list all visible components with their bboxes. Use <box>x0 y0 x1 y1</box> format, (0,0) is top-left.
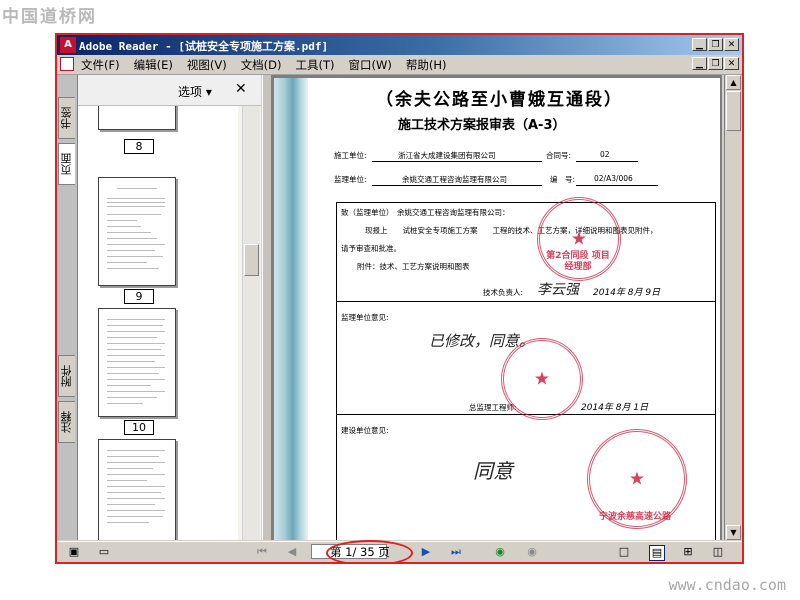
last-page-icon[interactable]: ⏭ <box>449 545 463 559</box>
chief-date: 2014年 8月 1日 <box>581 403 649 413</box>
construction-unit-label: 施工单位: <box>334 151 367 160</box>
attachment-line: 附件：技术、工艺方案说明和图表 <box>357 262 470 271</box>
tech-lead-signature: 李云强 <box>537 282 579 298</box>
pages-panel-header: 选项 ▾ ✕ <box>78 75 261 106</box>
tech-lead-label: 技术负责人: <box>483 288 524 297</box>
close-button[interactable]: ✕ <box>724 38 739 51</box>
supervision-section: 监理单位意见: 已修改，同意。 总监理工程师: 2014年 8月 1日 ★ <box>336 302 716 420</box>
document-icon <box>60 57 74 71</box>
page-number-label: 8 <box>124 139 154 154</box>
contract-no: 02 <box>600 150 610 159</box>
adobe-icon: A <box>60 37 76 53</box>
supervision-unit: 余姚交通工程咨询监理有限公司 <box>402 175 507 184</box>
owner-stamp-text: 宁波余慈高速公路 <box>599 512 672 522</box>
serial-no: 02/A3/006 <box>594 174 633 183</box>
doc-restore-button[interactable]: ❐ <box>708 57 723 70</box>
doc-title: （余夫公路至小曹娥互通段） <box>376 90 623 110</box>
scanned-edge <box>274 78 308 540</box>
thumbnail-list[interactable]: 8 9 10 <box>78 106 238 540</box>
previous-page-icon[interactable]: ◀ <box>285 545 299 559</box>
scroll-thumb[interactable] <box>244 244 259 276</box>
to-value: 余姚交通工程咨询监理有限公司： <box>397 208 510 217</box>
menu-bar: 文件(F) 编辑(E) 视图(V) 文档(D) 工具(T) 窗口(W) 帮助(H… <box>57 55 742 75</box>
page-thumbnail[interactable] <box>98 439 176 540</box>
doc-close-button[interactable]: ✕ <box>724 57 739 70</box>
menu-document[interactable]: 文档(D) <box>241 57 282 73</box>
scroll-down-icon[interactable]: ▼ <box>726 525 741 540</box>
doc-minimize-button[interactable]: ▁ <box>692 57 707 70</box>
single-page-icon[interactable]: □ <box>617 545 631 559</box>
thumbnail-scrollbar[interactable] <box>242 106 260 540</box>
supervision-unit-label: 监理单位: <box>334 175 367 184</box>
page-number-label: 10 <box>124 420 154 435</box>
page-number-label: 9 <box>124 289 154 304</box>
contractor-stamp-text: 第2合同段 项目经理部 <box>546 251 610 272</box>
body-line-2: 请予审查和批准。 <box>341 244 401 253</box>
page-thumbnail[interactable] <box>98 106 176 130</box>
owner-opinion-text: 同意 <box>473 459 513 483</box>
panel-close-button[interactable]: ✕ <box>235 81 247 97</box>
scroll-up-icon[interactable]: ▲ <box>726 75 741 90</box>
navigation-tabs: 书签 页面 附件 注释 <box>57 75 78 540</box>
document-page: （余夫公路至小曹娥互通段） 施工技术方案报审表（A-3） 施工单位: 浙江省大成… <box>274 78 720 540</box>
page-thumbnail[interactable] <box>98 177 176 286</box>
panel-toggle-icon[interactable]: ▭ <box>97 545 111 559</box>
tab-bookmarks[interactable]: 书签 <box>58 97 75 139</box>
to-label: 致（监理单位） <box>341 208 394 217</box>
facing-icon[interactable]: ◫ <box>711 545 725 559</box>
serial-label: 编 号: <box>550 175 576 184</box>
highlight-oval <box>326 540 413 562</box>
page-thumbnail[interactable] <box>98 308 176 417</box>
maximize-button[interactable]: ❐ <box>708 38 723 51</box>
document-view[interactable]: （余夫公路至小曹娥互通段） 施工技术方案报审表（A-3） 施工单位: 浙江省大成… <box>271 75 722 540</box>
menu-file[interactable]: 文件(F) <box>81 57 120 73</box>
menu-edit[interactable]: 编辑(E) <box>134 57 173 73</box>
doc-subtitle: 施工技术方案报审表（A-3） <box>398 118 566 133</box>
go-forward-icon[interactable]: ◉ <box>525 545 539 559</box>
pages-panel: 选项 ▾ ✕ 8 9 10 <box>78 75 261 540</box>
menu-window[interactable]: 窗口(W) <box>349 57 392 73</box>
tab-attachments[interactable]: 附件 <box>58 355 75 397</box>
contract-no-label: 合同号: <box>546 151 572 160</box>
construction-unit: 浙江省大成建设集团有限公司 <box>398 151 496 160</box>
application-section: 致（监理单位） 余姚交通工程咨询监理有限公司： 现报上 试桩安全专项施工方案 工… <box>336 197 716 302</box>
next-page-icon[interactable]: ▶ <box>419 545 433 559</box>
tab-comments[interactable]: 注释 <box>58 401 75 443</box>
supervision-opinion-label: 监理单位意见: <box>341 313 389 322</box>
menu-help[interactable]: 帮助(H) <box>406 57 447 73</box>
watermark-bottom: www.cndao.com <box>668 576 786 594</box>
owner-opinion-label: 建设单位意见: <box>341 426 389 435</box>
continuous-icon[interactable]: ▤ <box>649 545 665 561</box>
window-title: Adobe Reader - [试桩安全专项施工方案.pdf] <box>79 40 329 53</box>
tab-pages[interactable]: 页面 <box>58 143 75 185</box>
reader-window: A Adobe Reader - [试桩安全专项施工方案.pdf] ▁ ❐ ✕ … <box>55 33 744 564</box>
title-bar: A Adobe Reader - [试桩安全专项施工方案.pdf] ▁ ❐ ✕ <box>57 35 742 55</box>
owner-section: 建设单位意见: 同意 ★ 宁波余慈高速公路 <box>336 415 716 540</box>
first-page-icon[interactable]: ⏮ <box>255 545 269 559</box>
options-menu[interactable]: 选项 ▾ <box>178 83 212 100</box>
tech-lead-date: 2014年 8月 9日 <box>593 288 661 298</box>
menu-tools[interactable]: 工具(T) <box>296 57 335 73</box>
monitor-icon[interactable]: ▣ <box>67 545 81 559</box>
watermark-top: 中国道桥网 <box>2 7 97 27</box>
continuous-facing-icon[interactable]: ⊞ <box>681 545 695 559</box>
scroll-thumb[interactable] <box>726 91 741 131</box>
menu-view[interactable]: 视图(V) <box>187 57 227 73</box>
go-back-icon[interactable]: ◉ <box>493 545 507 559</box>
document-scrollbar[interactable]: ▲ ▼ <box>724 75 742 540</box>
supervision-stamp: ★ <box>501 338 583 420</box>
minimize-button[interactable]: ▁ <box>692 38 707 51</box>
